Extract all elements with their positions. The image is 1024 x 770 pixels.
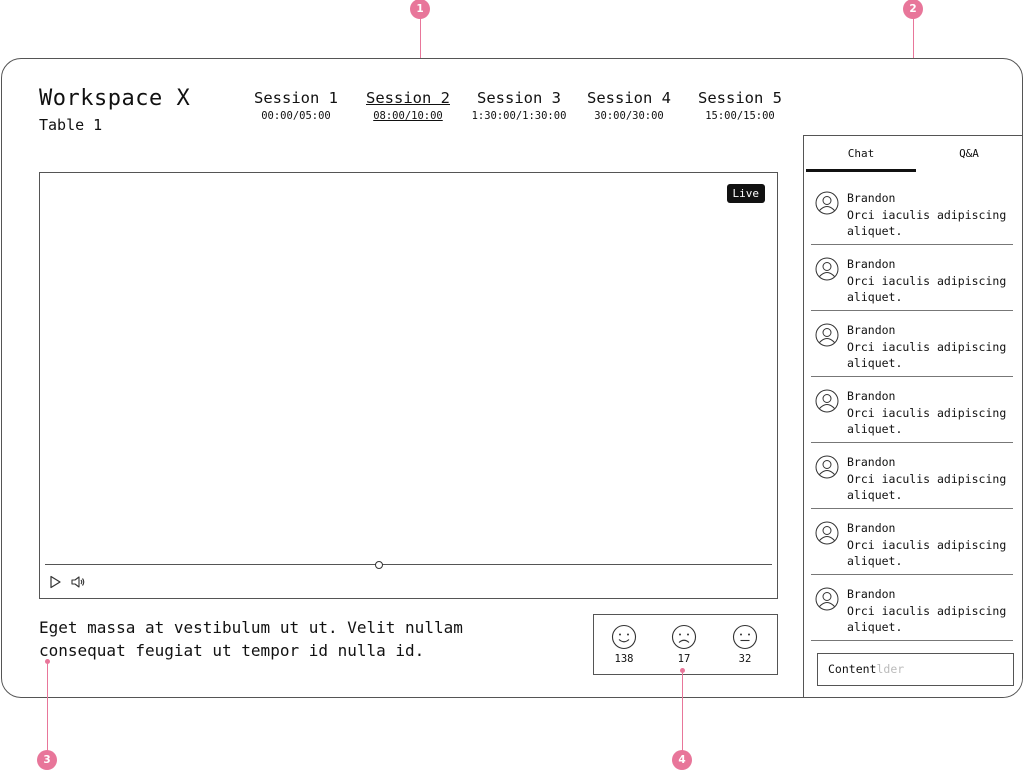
workspace-title: Workspace X	[39, 86, 191, 111]
table-label: Table 1	[39, 116, 103, 134]
reaction-neutral-button[interactable]: 32	[725, 624, 765, 665]
session-name: Session 5	[698, 89, 782, 107]
sad-face-icon	[671, 624, 697, 650]
video-progress-bar[interactable]	[45, 560, 772, 569]
reaction-count: 32	[738, 653, 752, 665]
chat-input-placeholder: lder	[876, 662, 905, 676]
tab-qa[interactable]: Q&A	[914, 136, 1022, 172]
annotation-dot-3	[45, 659, 50, 664]
chat-input-value: Content	[828, 662, 877, 676]
session-tab-3[interactable]: Session 3 1:30:00/1:30:00	[466, 89, 572, 122]
session-tab-2[interactable]: Session 2 08:00/10:00	[362, 89, 454, 122]
chat-input[interactable]: Contentlder	[817, 653, 1014, 686]
session-time: 00:00/05:00	[261, 110, 331, 122]
user-avatar-icon	[815, 521, 839, 545]
message-text: Orci iaculis adipiscing aliquet.	[847, 274, 1007, 304]
session-name: Session 1	[254, 89, 338, 107]
message-author: Brandon	[847, 257, 896, 271]
message-author: Brandon	[847, 521, 896, 535]
session-time: 30:00/30:00	[594, 110, 664, 122]
annotation-line-4	[682, 670, 683, 760]
user-avatar-icon	[815, 257, 839, 281]
session-tab-5[interactable]: Session 5 15:00/15:00	[694, 89, 786, 122]
session-time: 15:00/15:00	[705, 110, 775, 122]
message-text: Orci iaculis adipiscing aliquet.	[847, 406, 1007, 436]
message-text: Orci iaculis adipiscing aliquet.	[847, 340, 1007, 370]
user-avatar-icon	[815, 323, 839, 347]
session-name: Session 3	[477, 89, 561, 107]
annotation-line-3	[47, 661, 48, 760]
message-text: Orci iaculis adipiscing aliquet.	[847, 472, 1007, 502]
chat-message: Brandon Orci iaculis adipiscing aliquet.	[811, 311, 1013, 377]
annotation-badge-2: 2	[903, 0, 923, 19]
message-text: Orci iaculis adipiscing aliquet.	[847, 208, 1007, 238]
session-description: Eget massa at vestibulum ut ut. Velit nu…	[39, 618, 463, 660]
live-badge: Live	[726, 184, 765, 203]
chat-message: Brandon Orci iaculis adipiscing aliquet.	[811, 377, 1013, 443]
tab-chat[interactable]: Chat	[806, 136, 916, 172]
session-time: 1:30:00/1:30:00	[471, 110, 567, 122]
message-author: Brandon	[847, 191, 896, 205]
annotation-badge-4: 4	[672, 750, 692, 770]
message-text: Orci iaculis adipiscing aliquet.	[847, 538, 1007, 568]
message-author: Brandon	[847, 455, 896, 469]
session-name: Session 4	[587, 89, 671, 107]
annotation-dot-4	[680, 668, 685, 673]
chat-message: Brandon Orci iaculis adipiscing aliquet.	[811, 443, 1013, 509]
reaction-count: 138	[614, 653, 634, 665]
message-author: Brandon	[847, 389, 896, 403]
session-tab-4[interactable]: Session 4 30:00/30:00	[583, 89, 675, 122]
message-author: Brandon	[847, 587, 896, 601]
annotation-badge-3: 3	[37, 750, 57, 770]
neutral-face-icon	[732, 624, 758, 650]
volume-button[interactable]	[70, 574, 86, 590]
message-author: Brandon	[847, 323, 896, 337]
user-avatar-icon	[815, 389, 839, 413]
video-player[interactable]: Live	[39, 172, 778, 599]
reaction-panel: 138 17 32	[593, 614, 778, 675]
user-avatar-icon	[815, 455, 839, 479]
chat-message: Brandon Orci iaculis adipiscing aliquet.	[811, 245, 1013, 311]
reaction-count: 17	[677, 653, 691, 665]
chat-message: Brandon Orci iaculis adipiscing aliquet.	[811, 179, 1013, 245]
chat-sidebar: Chat Q&A Brandon Orci iaculis adipiscing …	[803, 135, 1022, 697]
play-button[interactable]	[47, 574, 63, 590]
play-icon	[50, 575, 61, 589]
workspace-window: Workspace X Table 1 Session 1 00:00/05:0…	[1, 58, 1023, 698]
reaction-happy-button[interactable]: 138	[604, 624, 644, 665]
session-time: 08:00/10:00	[373, 110, 443, 122]
volume-icon	[71, 576, 85, 588]
user-avatar-icon	[815, 191, 839, 215]
user-avatar-icon	[815, 587, 839, 611]
session-tab-1[interactable]: Session 1 00:00/05:00	[251, 89, 341, 122]
chat-message: Brandon Orci iaculis adipiscing aliquet.	[811, 575, 1013, 641]
happy-face-icon	[611, 624, 637, 650]
session-name: Session 2	[366, 89, 450, 107]
reaction-sad-button[interactable]: 17	[664, 624, 704, 665]
message-text: Orci iaculis adipiscing aliquet.	[847, 604, 1007, 634]
annotation-badge-1: 1	[410, 0, 430, 19]
chat-message: Brandon Orci iaculis adipiscing aliquet.	[811, 509, 1013, 575]
progress-handle[interactable]	[375, 560, 384, 569]
